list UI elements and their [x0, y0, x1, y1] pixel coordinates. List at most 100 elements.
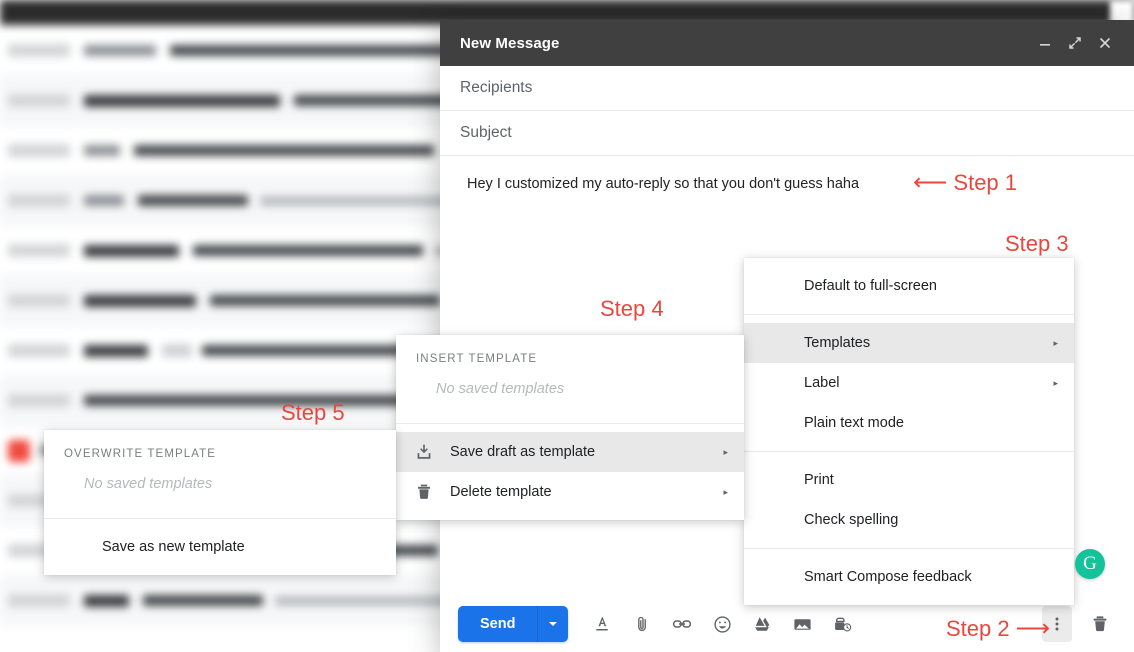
annotation-label: Step 3: [1005, 231, 1069, 256]
row-sender: [84, 94, 280, 107]
row-subject: [138, 195, 248, 206]
close-icon[interactable]: [1090, 28, 1120, 58]
row-subject: [134, 145, 434, 156]
row-subject: [143, 595, 263, 606]
row-sender: [84, 45, 156, 56]
row-subject: [193, 245, 423, 256]
row-checkbox[interactable]: [8, 344, 70, 357]
row-checkbox[interactable]: [8, 394, 70, 407]
send-button-group: Send: [458, 606, 569, 642]
arrow-right-icon: ⟶: [1015, 615, 1051, 642]
row-checkbox[interactable]: [8, 244, 70, 257]
menu-item-plain-text-mode[interactable]: Plain text mode: [744, 403, 1074, 443]
row-checkbox[interactable]: [8, 594, 70, 607]
templates-submenu: INSERT TEMPLATE No saved templates Save …: [396, 335, 744, 520]
row-subject: [210, 295, 440, 306]
row-checkbox[interactable]: [8, 44, 70, 57]
menu-item-label: Default to full-screen: [804, 278, 937, 294]
row-checkbox[interactable]: [8, 294, 70, 307]
menu-item-label: Print: [804, 472, 834, 488]
menu-item-label: Label: [804, 375, 840, 391]
annotation-step-3: Step 3: [1005, 231, 1069, 257]
insert-drive-icon[interactable]: [742, 604, 782, 644]
expand-icon[interactable]: [1060, 28, 1090, 58]
menu-item-print[interactable]: Print: [744, 460, 1074, 500]
menu-item-smart-compose-feedback[interactable]: Smart Compose feedback: [744, 557, 1074, 597]
insert-template-caption: INSERT TEMPLATE: [416, 353, 538, 365]
unread-marker[interactable]: [8, 439, 30, 462]
compose-titlebar: New Message: [440, 20, 1134, 66]
insert-emoji-icon[interactable]: [702, 604, 742, 644]
annotation-step-1: ⟵ Step 1: [913, 170, 1017, 196]
minimize-icon[interactable]: [1030, 28, 1060, 58]
menu-item-default-to-full-screen[interactable]: Default to full-screen: [744, 266, 1074, 306]
chevron-right-icon: ▸: [723, 446, 728, 457]
menu-item-label: Delete template: [450, 484, 552, 500]
more-options-menu: Default to full-screen Templates ▸ Label…: [744, 258, 1074, 605]
menu-item-save-as-new-template[interactable]: Save as new template: [44, 527, 396, 567]
no-saved-templates-text: No saved templates: [436, 381, 565, 397]
screenshot-root: G New Message Recipients Subject Hey I c…: [0, 0, 1134, 652]
chevron-right-icon: ▸: [1053, 377, 1058, 388]
message-body-text: Hey I customized my auto-reply so that y…: [467, 176, 860, 192]
overwrite-template-caption: OVERWRITE TEMPLATE: [64, 448, 217, 460]
recipients-field[interactable]: Recipients: [440, 66, 1134, 111]
annotation-label: Step 2: [946, 616, 1010, 641]
annotation-label: Step 4: [600, 296, 664, 321]
menu-item-label: Save draft as template: [450, 444, 596, 460]
no-saved-templates-text: No saved templates: [84, 476, 213, 492]
annotation-label: Step 5: [281, 400, 345, 425]
save-download-icon: [412, 440, 436, 464]
format-text-icon[interactable]: [582, 604, 622, 644]
menu-item-label: Save as new template: [102, 539, 245, 555]
menu-divider: [744, 451, 1074, 452]
chevron-right-icon: ▸: [723, 486, 728, 497]
menu-item-label: Plain text mode: [804, 415, 904, 431]
menu-item-label[interactable]: Label ▸: [744, 363, 1074, 403]
subject-field[interactable]: Subject: [440, 111, 1134, 156]
annotation-step-4: Step 4: [600, 296, 664, 322]
arrow-left-icon: ⟵: [913, 169, 948, 196]
confidential-mode-icon[interactable]: [822, 604, 862, 644]
attach-file-icon[interactable]: [622, 604, 662, 644]
row-sender: [84, 594, 129, 607]
send-options-chevron-down-icon[interactable]: [538, 606, 568, 642]
insert-photo-icon[interactable]: [782, 604, 822, 644]
annotation-step-5: Step 5: [281, 400, 345, 426]
annotation-label: Step 1: [953, 170, 1018, 195]
overwrite-template-submenu: OVERWRITE TEMPLATE No saved templates Sa…: [44, 430, 396, 575]
row-sender: [84, 294, 196, 307]
row-sender: [84, 344, 148, 357]
grammarly-icon[interactable]: G: [1075, 549, 1105, 579]
menu-item-check-spelling[interactable]: Check spelling: [744, 500, 1074, 540]
menu-item-templates[interactable]: Templates ▸: [744, 323, 1074, 363]
menu-divider: [744, 314, 1074, 315]
compose-title: New Message: [460, 34, 560, 52]
row-sender: [84, 145, 120, 156]
menu-divider: [396, 423, 744, 424]
trash-icon[interactable]: [1080, 604, 1120, 644]
formatting-icon-group: [582, 604, 862, 644]
menu-item-label: Check spelling: [804, 512, 899, 528]
menu-item-save-draft-as-template[interactable]: Save draft as template ▸: [396, 432, 744, 472]
row-sender: [84, 244, 179, 257]
row-checkbox[interactable]: [8, 194, 70, 207]
menu-item-delete-template[interactable]: Delete template ▸: [396, 472, 744, 512]
recipients-placeholder: Recipients: [460, 79, 533, 96]
row-label-chip[interactable]: [162, 344, 192, 357]
row-subject: [84, 395, 414, 406]
menu-item-label: Templates: [804, 335, 871, 351]
row-checkbox[interactable]: [8, 94, 70, 107]
subject-placeholder: Subject: [460, 124, 512, 141]
row-sender: [84, 195, 124, 206]
menu-item-label: Smart Compose feedback: [804, 569, 972, 585]
compose-toolbar-right: [1042, 604, 1120, 644]
row-checkbox[interactable]: [8, 144, 70, 157]
chevron-right-icon: ▸: [1053, 337, 1058, 348]
send-button[interactable]: Send: [458, 606, 539, 642]
menu-divider: [44, 518, 396, 519]
insert-link-icon[interactable]: [662, 604, 702, 644]
trash-icon: [412, 480, 436, 504]
menu-divider: [744, 548, 1074, 549]
annotation-step-2: Step 2 ⟶: [946, 616, 1050, 642]
